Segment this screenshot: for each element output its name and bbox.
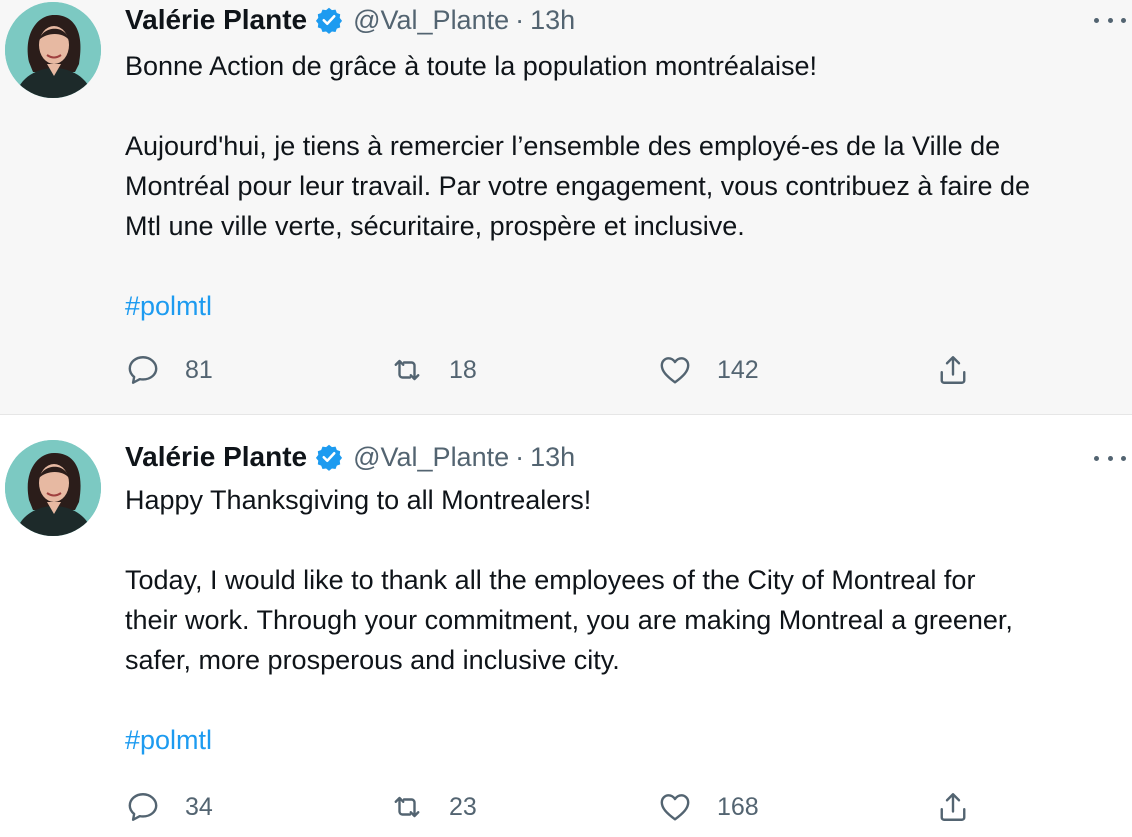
- avatar[interactable]: [5, 2, 101, 98]
- like-button[interactable]: 168: [657, 787, 759, 827]
- retweet-icon: [394, 359, 420, 381]
- hashtag-link[interactable]: #polmtl: [125, 720, 1125, 760]
- like-button[interactable]: 142: [657, 350, 759, 390]
- like-count: 142: [717, 355, 759, 384]
- tweet-header: Valérie Plante @Val_Plante · 13h: [125, 3, 575, 37]
- author-handle[interactable]: @Val_Plante: [353, 5, 509, 36]
- reply-icon: [128, 793, 158, 821]
- reply-button[interactable]: 34: [125, 787, 213, 827]
- tweet-text-line: Bonne Action de grâce à toute la populat…: [125, 51, 817, 81]
- tweet-text-line: [125, 246, 1125, 286]
- like-icon: [660, 357, 690, 384]
- tweet-text-line: [125, 520, 1125, 560]
- tweet-text-line: Montréal pour leur travail. Par votre en…: [125, 171, 1030, 201]
- more-options-icon[interactable]: [1094, 452, 1126, 464]
- author-handle[interactable]: @Val_Plante: [353, 442, 509, 473]
- tweet-text-line: Mtl une ville verte, sécuritaire, prospè…: [125, 211, 745, 241]
- tweet-header: Valérie Plante @Val_Plante · 13h: [125, 440, 575, 474]
- hashtag-link[interactable]: #polmtl: [125, 286, 1125, 326]
- tweet-text-line: [125, 680, 1125, 720]
- verified-badge-icon: [316, 444, 343, 471]
- tweet-text-line: their work. Through your commitment, you…: [125, 605, 1013, 635]
- tweet-2[interactable]: Valérie Plante @Val_Plante · 13h Happy T…: [0, 415, 1132, 837]
- tweet-text-line: [125, 86, 1125, 126]
- author-name[interactable]: Valérie Plante: [125, 4, 307, 36]
- more-options-icon[interactable]: [1094, 14, 1126, 26]
- tweet-text-line: Happy Thanksgiving to all Montrealers!: [125, 485, 592, 515]
- reply-count: 81: [185, 355, 213, 384]
- retweet-icon: [394, 796, 420, 818]
- retweet-count: 23: [449, 792, 477, 821]
- share-icon: [940, 793, 966, 821]
- tweet-text: Happy Thanksgiving to all Montrealers! T…: [125, 480, 1125, 760]
- share-button[interactable]: [935, 350, 971, 390]
- tweet-text-line: Today, I would like to thank all the emp…: [125, 565, 976, 595]
- tweet-text-line: safer, more prosperous and inclusive cit…: [125, 645, 620, 675]
- share-button[interactable]: [935, 787, 971, 827]
- share-icon: [940, 356, 966, 384]
- verified-badge-icon: [316, 7, 343, 34]
- tweet-text-line: Aujourd'hui, je tiens à remercier l’ense…: [125, 131, 1001, 161]
- reply-count: 34: [185, 792, 213, 821]
- retweet-button[interactable]: 23: [389, 787, 477, 827]
- avatar[interactable]: [5, 440, 101, 536]
- like-count: 168: [717, 792, 759, 821]
- retweet-count: 18: [449, 355, 477, 384]
- author-name[interactable]: Valérie Plante: [125, 441, 307, 473]
- reply-icon: [128, 356, 158, 384]
- tweet-text: Bonne Action de grâce à toute la populat…: [125, 46, 1125, 326]
- tweet-timestamp[interactable]: 13h: [530, 5, 575, 36]
- tweet-1[interactable]: Valérie Plante @Val_Plante · 13h Bonne A…: [0, 0, 1132, 414]
- reply-button[interactable]: 81: [125, 350, 213, 390]
- tweet-actions: 34 23 168: [125, 787, 1025, 827]
- like-icon: [660, 794, 690, 821]
- retweet-button[interactable]: 18: [389, 350, 477, 390]
- tweet-actions: 81 18 142: [125, 350, 1025, 390]
- tweet-timestamp[interactable]: 13h: [530, 442, 575, 473]
- separator-dot: ·: [515, 441, 525, 472]
- separator-dot: ·: [515, 4, 525, 35]
